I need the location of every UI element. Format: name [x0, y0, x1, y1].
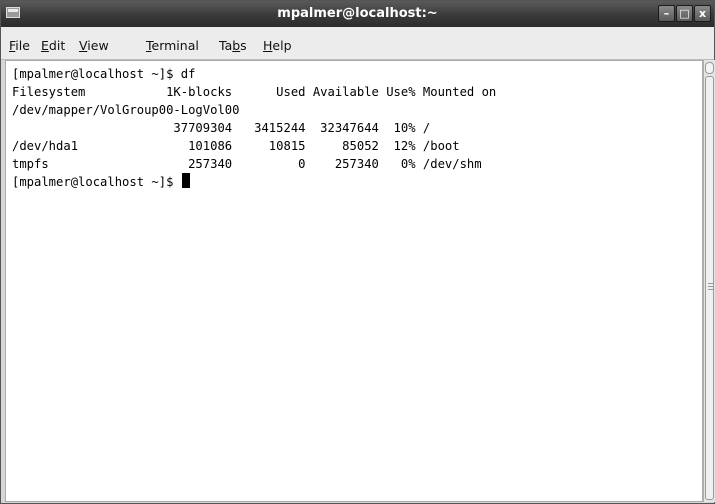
terminal-window: mpalmer@localhost:~ – □ x File Edit View…: [0, 0, 715, 504]
scroll-up-button[interactable]: [705, 62, 714, 74]
close-button[interactable]: x: [694, 5, 711, 22]
menu-view[interactable]: View: [79, 38, 109, 53]
menu-file[interactable]: File: [9, 38, 30, 53]
menu-tabs[interactable]: Tabs: [219, 38, 247, 53]
menu-help[interactable]: Help: [263, 38, 292, 53]
menu-terminal[interactable]: Terminal: [146, 38, 199, 53]
terminal-output[interactable]: [mpalmer@localhost ~]$ df Filesystem 1K-…: [5, 60, 703, 502]
menu-edit[interactable]: Edit: [41, 38, 65, 53]
thumb-grip-icon: [708, 289, 713, 290]
thumb-grip-icon: [708, 283, 713, 284]
window-title: mpalmer@localhost:~: [277, 6, 438, 21]
text-cursor: [181, 173, 190, 188]
terminal-line: /dev/mapper/VolGroup00-LogVol00: [12, 103, 240, 117]
thumb-grip-icon: [708, 286, 713, 287]
vertical-scrollbar[interactable]: [703, 60, 715, 502]
terminal-line: /dev/hda1 101086 10815 85052 12% /boot: [12, 139, 460, 153]
scrollbar-thumb[interactable]: [705, 76, 714, 500]
terminal-line: 37709304 3415244 32347644 10% /: [12, 121, 431, 135]
title-bar[interactable]: mpalmer@localhost:~ – □ x: [1, 1, 714, 27]
terminal-prompt-line: [mpalmer@localhost ~]$: [12, 173, 190, 191]
terminal-line-command: [mpalmer@localhost ~]$ df: [12, 67, 196, 81]
maximize-button[interactable]: □: [676, 5, 693, 22]
terminal-line-header: Filesystem 1K-blocks Used Available Use%…: [12, 85, 497, 99]
terminal-line: tmpfs 257340 0 257340 0% /dev/shm: [12, 157, 482, 171]
minimize-button[interactable]: –: [658, 5, 675, 22]
prompt-text: [mpalmer@localhost ~]$: [12, 175, 181, 189]
menu-bar: File Edit View Terminal Tabs Help: [1, 27, 714, 60]
